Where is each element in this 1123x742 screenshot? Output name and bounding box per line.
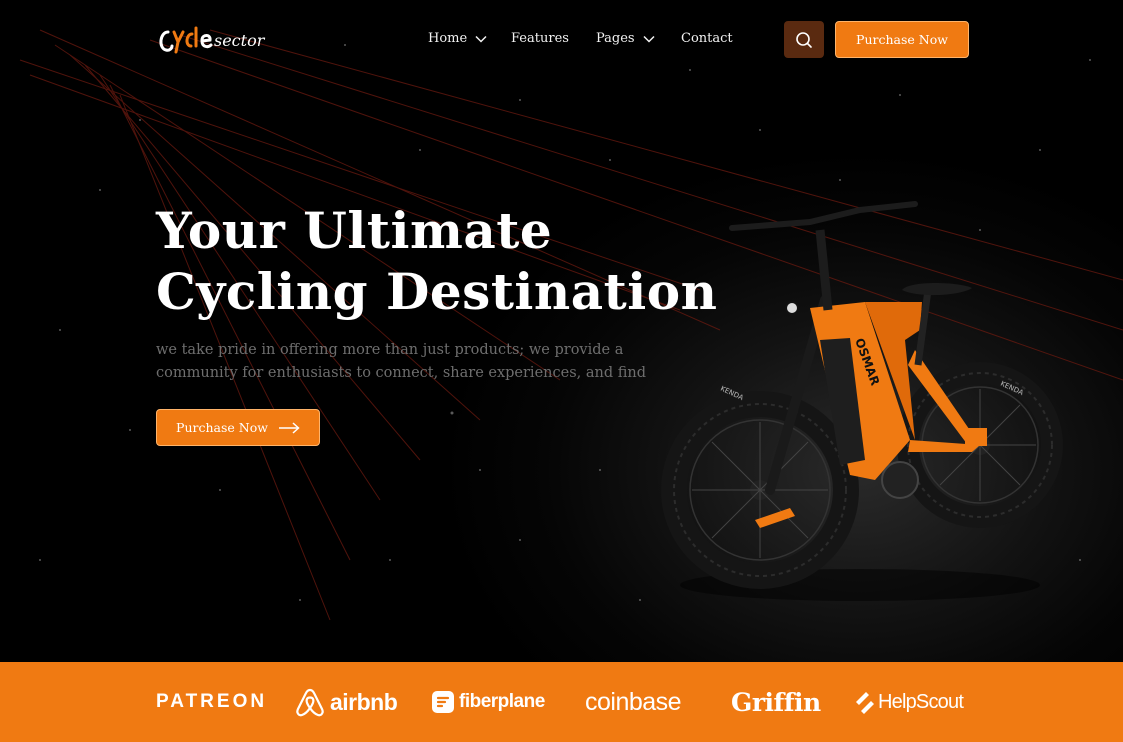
search-icon: [796, 31, 812, 48]
griffin-logo-text: Griffin: [731, 687, 821, 717]
cyclesector-logo[interactable]: sector: [156, 22, 276, 58]
nav-pages[interactable]: Pages: [596, 31, 655, 46]
hero-headline-line1: Your Ultimate: [156, 201, 553, 260]
helpscout-icon: [856, 692, 874, 714]
griffin-logo: Griffin: [731, 662, 821, 742]
nav-home-label: Home: [428, 31, 468, 46]
purchase-now-button-hero[interactable]: Purchase Now: [156, 409, 320, 446]
chevron-down-icon: [643, 35, 655, 43]
purchase-now-button-header[interactable]: Purchase Now: [835, 21, 969, 58]
partner-logos-band: PATREON airbnb fiberplane coinbase Griff…: [0, 662, 1123, 742]
fiberplane-logo-text: fiberplane: [459, 691, 545, 712]
helpscout-logo: HelpScout: [854, 662, 964, 742]
fiberplane-logo: fiberplane: [432, 662, 545, 742]
airbnb-logo-text: airbnb: [330, 688, 398, 715]
patreon-logo: PATREON: [156, 662, 267, 742]
nav-pages-label: Pages: [596, 31, 635, 46]
coinbase-logo-text: coinbase: [585, 687, 682, 716]
nav-contact[interactable]: Contact: [681, 31, 733, 46]
coinbase-logo: coinbase: [585, 662, 682, 742]
hero-subtext-line2: community for enthusiasts to connect, sh…: [156, 365, 647, 381]
nav-contact-label: Contact: [681, 31, 733, 46]
ebike-product-image: KENDA KENDA OSMAR: [661, 201, 1063, 601]
nav-home[interactable]: Home: [428, 31, 487, 46]
fiberplane-icon: [432, 691, 454, 713]
hero-subtext-line1: we take pride in offering more than just…: [156, 342, 624, 358]
nav-features[interactable]: Features: [511, 31, 569, 46]
hero-headline-line2: Cycling Destination: [156, 262, 718, 321]
hero-headline: Your Ultimate Cycling Destination: [156, 200, 718, 322]
helpscout-logo-text: HelpScout: [878, 690, 964, 713]
hero-subtext: we take pride in offering more than just…: [156, 339, 696, 385]
chevron-down-icon: [475, 35, 487, 43]
cyclesector-logo-mark: sector: [159, 26, 266, 54]
hero-section: sector Home Features Pages Contact Purch…: [0, 0, 1123, 662]
airbnb-logo: airbnb: [294, 662, 398, 742]
logo-script-text: sector: [214, 31, 266, 50]
purchase-now-label: Purchase Now: [176, 420, 268, 435]
airbnb-icon: [296, 688, 324, 717]
front-wheel: KENDA: [661, 385, 859, 589]
patreon-logo-text: PATREON: [156, 691, 268, 712]
nav-features-label: Features: [511, 31, 569, 46]
search-button[interactable]: [784, 21, 824, 58]
arrow-right-icon: [278, 421, 300, 434]
